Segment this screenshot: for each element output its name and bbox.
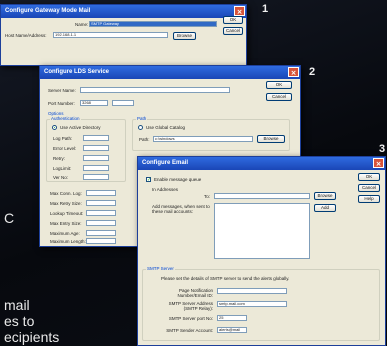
global-catalog-label: Use Global Catalog <box>146 125 186 130</box>
lds-titlebar: Configure LDS Service × <box>40 66 300 79</box>
browse-button[interactable]: Browse <box>173 32 196 40</box>
accounts-list[interactable] <box>214 203 310 259</box>
host-input[interactable]: 192.168.1.1 <box>53 32 168 38</box>
email-title: Configure Email <box>142 160 189 166</box>
side-text-3: ecipients <box>4 329 60 345</box>
gateway-title: Configure Gateway Mode Mail <box>5 8 91 14</box>
step-badge-3: 3 <box>379 143 386 155</box>
close-icon[interactable]: × <box>234 6 245 16</box>
smtp-description: Please set the details of SMTP server to… <box>161 276 290 281</box>
host-label: Host Name/Address: <box>5 33 47 38</box>
help-button[interactable]: Help <box>358 195 380 203</box>
port-spinner[interactable] <box>112 100 134 106</box>
smtp-group: SMTP Server Please set the details of SM… <box>142 266 380 341</box>
server-label: Server Name: <box>48 88 76 93</box>
auth-group: Authentication Use Active Directory Log … <box>46 116 126 182</box>
field-a-2-label: Retry: <box>53 156 66 161</box>
port-label: Port Number: <box>48 101 75 106</box>
smtp-field-2-label: SMTP Server port No: <box>168 316 213 321</box>
ok-button[interactable]: OK <box>223 16 243 24</box>
name-input[interactable]: SMTP Gateway <box>89 21 217 27</box>
server-input[interactable] <box>80 87 230 93</box>
ok-button[interactable]: OK <box>358 173 380 181</box>
email-titlebar: Configure Email × <box>138 157 385 170</box>
field-a-3-label: LogLimit: <box>53 166 72 171</box>
use-ad-radio[interactable] <box>52 125 57 130</box>
field-b-2-label: Lookup Timeout: <box>50 211 84 216</box>
smtp-field-0-label: Page Notification Number/Email ID: <box>177 288 213 298</box>
smtp-field-1-label: SMTP Server Address (SMTP Relay): <box>168 301 213 311</box>
cancel-button[interactable]: Cancel <box>358 184 380 192</box>
enable-queue-label: Enable message queue <box>154 177 202 182</box>
lds-title: Configure LDS Service <box>44 69 110 75</box>
field-b-2-input[interactable] <box>86 210 116 216</box>
use-ad-label: Use Active Directory <box>60 125 101 130</box>
field-b-5-label: Maximum Length: <box>50 239 86 244</box>
field-a-4-label: Ver No: <box>53 175 69 180</box>
field-a-0-input[interactable] <box>83 135 109 141</box>
in-addresses-label: In Addresses <box>152 187 179 192</box>
field-a-0-label: Log Path: <box>53 136 73 141</box>
field-b-3-input[interactable] <box>86 220 116 226</box>
port-input[interactable]: 3268 <box>80 100 108 106</box>
field-a-3-input[interactable] <box>83 165 109 171</box>
cancel-button[interactable]: Cancel <box>266 93 292 101</box>
global-catalog-radio[interactable] <box>138 125 143 130</box>
path-input[interactable]: c:\windows <box>153 136 253 142</box>
gateway-titlebar: Configure Gateway Mode Mail × <box>1 5 246 18</box>
field-b-5-input[interactable] <box>86 238 116 244</box>
gateway-dialog: Configure Gateway Mode Mail × Name: SMTP… <box>0 4 247 66</box>
field-b-4-input[interactable] <box>86 230 116 236</box>
name-label: Name: <box>75 22 89 27</box>
field-a-2-input[interactable] <box>83 155 109 161</box>
field-b-1-label: Max Retry Size: <box>50 201 82 206</box>
to-input[interactable] <box>214 193 310 199</box>
field-b-0-label: Max Conn. Log: <box>50 191 82 196</box>
path-group-title: Path <box>136 116 148 121</box>
side-text-0: C <box>4 210 15 226</box>
smtp-field-3-label: SMTP Sender Account: <box>166 328 213 333</box>
ok-button[interactable]: OK <box>266 81 292 89</box>
path-group: Path Use Global Catalog Path: c:\windows… <box>132 116 290 151</box>
side-text-1: mail <box>4 297 30 313</box>
smtp-group-title: SMTP Server <box>146 266 175 271</box>
field-b-4-label: Maximum Age: <box>50 231 80 236</box>
browse-button[interactable]: Browse <box>257 135 285 143</box>
field-a-1-label: Error Level: <box>53 146 77 151</box>
add-button[interactable]: Add <box>314 204 336 212</box>
to-label: To: <box>204 194 211 199</box>
field-b-1-input[interactable] <box>86 200 116 206</box>
step-badge-1: 1 <box>262 3 269 15</box>
smtp-field-2-input[interactable]: 25 <box>217 315 247 321</box>
add-messages-label: Add messages, when sent to these mail ac… <box>152 204 210 214</box>
smtp-field-0-input[interactable] <box>217 288 287 294</box>
path-label: Path: <box>139 137 150 142</box>
field-b-3-label: Max Entry Size: <box>50 221 82 226</box>
field-a-4-input[interactable] <box>83 174 109 180</box>
browse-button[interactable]: Browse <box>314 192 336 200</box>
close-icon[interactable]: × <box>373 158 384 168</box>
smtp-field-1-input[interactable]: smtp.mail.com <box>217 301 287 307</box>
smtp-field-3-input[interactable]: alerts@mail <box>217 327 247 333</box>
field-a-1-input[interactable] <box>83 145 109 151</box>
step-badge-2: 2 <box>309 66 316 78</box>
field-b-0-input[interactable] <box>86 190 116 196</box>
cancel-button[interactable]: Cancel <box>223 27 243 35</box>
side-text-2: es to <box>4 313 35 329</box>
email-dialog: Configure Email × ✓ Enable message queue… <box>137 156 386 346</box>
enable-queue-checkbox[interactable]: ✓ <box>146 177 151 183</box>
close-icon[interactable]: × <box>288 67 299 77</box>
auth-group-title: Authentication <box>50 116 81 121</box>
